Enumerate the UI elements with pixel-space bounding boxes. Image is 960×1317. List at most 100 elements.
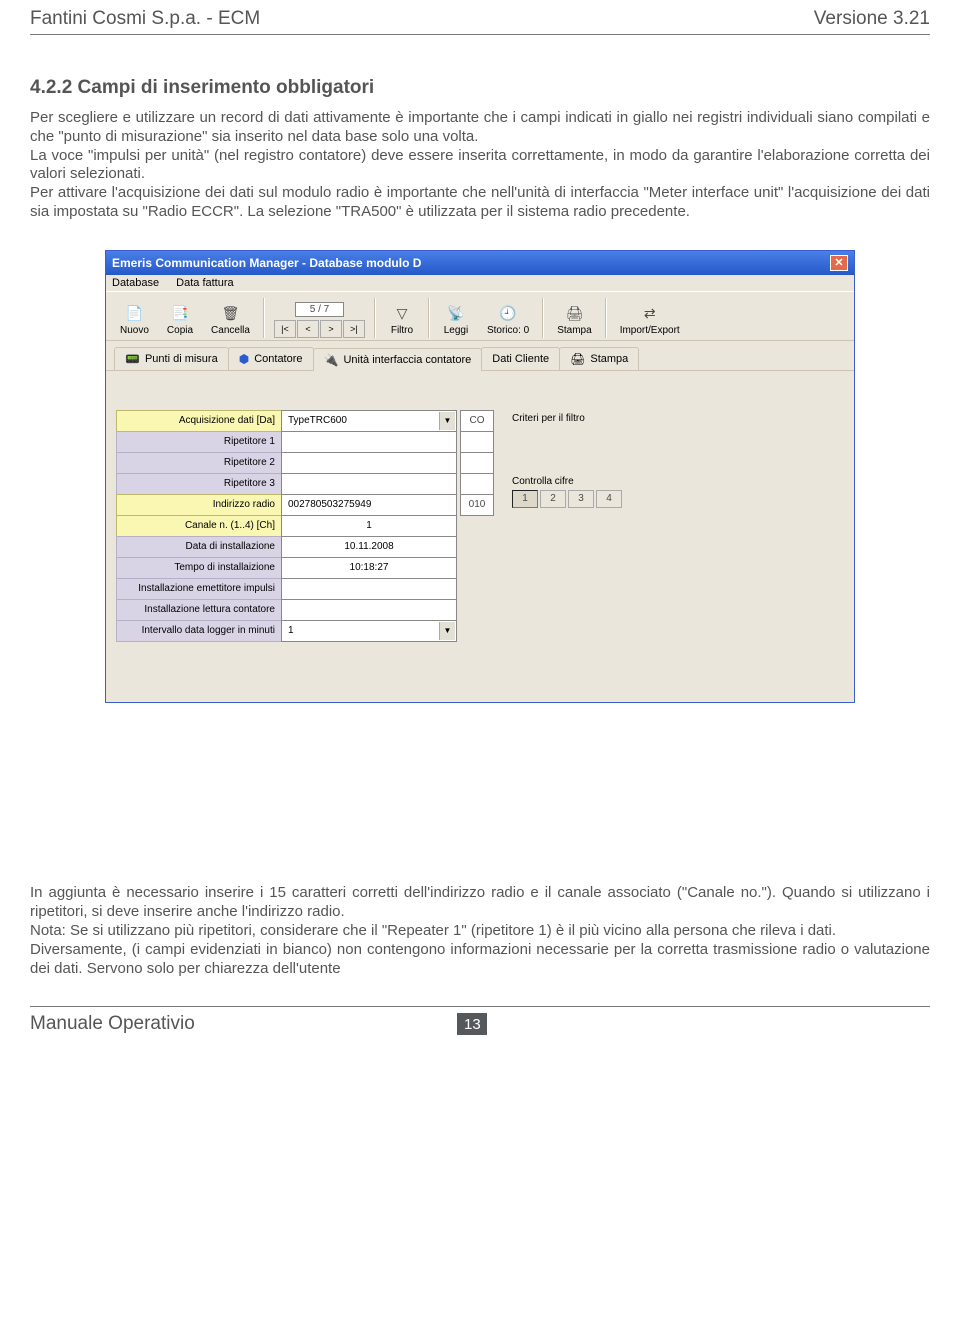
nav-next-button[interactable]: > xyxy=(320,320,342,338)
value-tempo-installazione: 10:18:27 xyxy=(350,562,389,573)
tab-label: Punti di misura xyxy=(145,353,218,365)
input-ripetitore-3[interactable] xyxy=(281,473,457,495)
separator xyxy=(428,298,430,338)
label-ripetitore-2: Ripetitore 2 xyxy=(116,452,282,474)
label-indirizzo-radio: Indirizzo radio xyxy=(116,494,282,516)
separator xyxy=(542,298,544,338)
input-indirizzo-radio[interactable]: 002780503275949 xyxy=(281,494,457,516)
record-navigator: 5 / 7 |< < > >| xyxy=(270,302,369,338)
input-tempo-installazione[interactable]: 10:18:27 xyxy=(281,557,457,579)
tab-label: Dati Cliente xyxy=(492,353,549,365)
tab-stampa[interactable]: 🖨 Stampa xyxy=(559,347,639,370)
input-emettitore-impulsi[interactable] xyxy=(281,578,457,600)
cancella-label: Cancella xyxy=(211,325,250,336)
counter-icon: ⬢ xyxy=(239,352,249,366)
nav-last-button[interactable]: >| xyxy=(343,320,365,338)
chevron-down-icon[interactable]: ▼ xyxy=(439,412,455,430)
tab-punti-di-misura[interactable]: 📟 Punti di misura xyxy=(114,347,229,370)
form-grid: Acquisizione dati [Da] TypeTRC600 ▼ CO R… xyxy=(116,411,494,642)
paragraph-4: In aggiunta è necessario inserire i 15 c… xyxy=(30,883,930,921)
stampa-button[interactable]: 🖨 Stampa xyxy=(549,303,599,338)
input-intervallo-logger[interactable]: 1 ▼ xyxy=(281,620,457,642)
doc-header-right: Versione 3.21 xyxy=(814,8,930,30)
doc-header: Fantini Cosmi S.p.a. - ECM Versione 3.21 xyxy=(30,0,930,35)
chevron-down-icon[interactable]: ▼ xyxy=(439,622,455,640)
input-lettura-contatore[interactable] xyxy=(281,599,457,621)
paragraph-5: Nota: Se si utilizzano più ripetitori, c… xyxy=(30,921,930,940)
print-icon: 🖨 xyxy=(564,305,584,323)
separator xyxy=(263,298,265,338)
nuovo-button[interactable]: 📄 Nuovo xyxy=(112,303,157,338)
history-icon: 🕘 xyxy=(498,305,518,323)
cifre-button-4[interactable]: 4 xyxy=(596,490,622,508)
tab-label: Contatore xyxy=(254,353,302,365)
filtro-label: Filtro xyxy=(391,325,413,336)
controlla-cifre-buttons: 1 2 3 4 xyxy=(512,490,622,508)
interface-icon: 🔌 xyxy=(324,353,339,367)
copia-button[interactable]: 📑 Copia xyxy=(159,303,201,338)
tab-strip: 📟 Punti di misura ⬢ Contatore 🔌 Unità in… xyxy=(106,341,854,371)
input-data-installazione[interactable]: 10.11.2008 xyxy=(281,536,457,558)
page-number: 13 xyxy=(457,1013,487,1035)
label-canale: Canale n. (1..4) [Ch] xyxy=(116,515,282,537)
value-canale: 1 xyxy=(366,520,372,531)
input-ripetitore-1[interactable] xyxy=(281,431,457,453)
input-canale[interactable]: 1 xyxy=(281,515,457,537)
input-ripetitore-2[interactable] xyxy=(281,452,457,474)
cifre-button-1[interactable]: 1 xyxy=(512,490,538,508)
nav-prev-button[interactable]: < xyxy=(297,320,319,338)
bottom-text: In aggiunta è necessario inserire i 15 c… xyxy=(30,883,930,979)
label-lettura-contatore: Installazione lettura contatore xyxy=(116,599,282,621)
short-code-1: CO xyxy=(460,410,494,432)
separator xyxy=(605,298,607,338)
section-title: 4.2.2 Campi di inserimento obbligatori xyxy=(30,77,930,99)
value-indirizzo-radio: 002780503275949 xyxy=(288,499,371,510)
label-intervallo-logger: Intervallo data logger in minuti xyxy=(116,620,282,642)
copy-icon: 📑 xyxy=(170,305,190,323)
label-emettitore-impulsi: Installazione emettitore impulsi xyxy=(116,578,282,600)
record-counter: 5 / 7 xyxy=(295,302,344,317)
import-export-icon: ⇄ xyxy=(640,305,660,323)
paragraph-1: Per scegliere e utilizzare un record di … xyxy=(30,109,930,147)
meter-icon: 📟 xyxy=(125,352,140,366)
short-code xyxy=(460,431,494,453)
value-intervallo-logger: 1 xyxy=(288,625,294,636)
title-bar: Emeris Communication Manager - Database … xyxy=(106,251,854,275)
leggi-label: Leggi xyxy=(444,325,468,336)
side-column: Criteri per il filtro Controlla cifre 1 … xyxy=(512,411,622,642)
doc-footer: Manuale Operativio 13 xyxy=(30,1007,930,1049)
cifre-button-3[interactable]: 3 xyxy=(568,490,594,508)
tab-unita-interfaccia[interactable]: 🔌 Unità interfaccia contatore xyxy=(313,348,483,371)
menu-bar: Database Data fattura xyxy=(106,275,854,291)
short-code-indirizzo: 010 xyxy=(460,494,494,516)
nuovo-label: Nuovo xyxy=(120,325,149,336)
label-ripetitore-3: Ripetitore 3 xyxy=(116,473,282,495)
cifre-button-2[interactable]: 2 xyxy=(540,490,566,508)
doc-header-left: Fantini Cosmi S.p.a. - ECM xyxy=(30,8,260,30)
menu-database[interactable]: Database xyxy=(112,277,159,289)
label-ripetitore-1: Ripetitore 1 xyxy=(116,431,282,453)
filtro-button[interactable]: ▽ Filtro xyxy=(381,303,423,338)
print-icon: 🖨 xyxy=(570,352,585,366)
read-icon: 📡 xyxy=(446,305,466,323)
short-code xyxy=(460,473,494,495)
storico-button[interactable]: 🕘 Storico: 0 xyxy=(479,303,537,338)
paragraph-6: Diversamente, (i campi evidenziati in bi… xyxy=(30,940,930,978)
impexp-label: Import/Export xyxy=(620,325,680,336)
leggi-button[interactable]: 📡 Leggi xyxy=(435,303,477,338)
storico-label: Storico: 0 xyxy=(487,325,529,336)
input-acquisizione[interactable]: TypeTRC600 ▼ xyxy=(281,410,457,432)
nav-first-button[interactable]: |< xyxy=(274,320,296,338)
close-icon[interactable]: ✕ xyxy=(830,255,848,271)
tab-label: Unità interfaccia contatore xyxy=(343,354,471,366)
cancella-button[interactable]: 🗑 Cancella xyxy=(203,303,258,338)
label-acquisizione: Acquisizione dati [Da] xyxy=(116,410,282,432)
app-window: Emeris Communication Manager - Database … xyxy=(105,250,855,703)
menu-data-fattura[interactable]: Data fattura xyxy=(176,277,233,289)
tab-contatore[interactable]: ⬢ Contatore xyxy=(228,347,314,370)
new-icon: 📄 xyxy=(124,305,144,323)
import-export-button[interactable]: ⇄ Import/Export xyxy=(612,303,688,338)
tab-dati-cliente[interactable]: Dati Cliente xyxy=(481,347,560,370)
tab-label: Stampa xyxy=(590,353,628,365)
footer-label: Manuale Operativio xyxy=(30,1013,195,1035)
